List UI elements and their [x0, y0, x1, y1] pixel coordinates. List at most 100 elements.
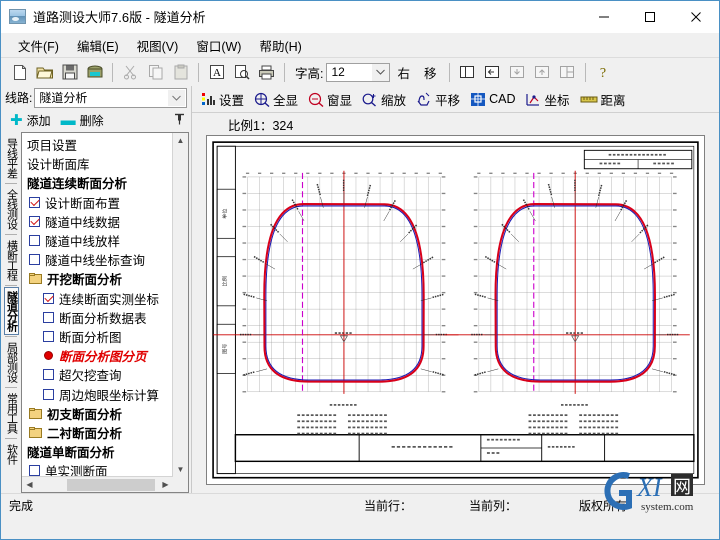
toolbar2-settings[interactable]: 设置 [196, 88, 249, 111]
folder-icon [29, 426, 42, 438]
tree-item-label: 初支断面分析 [47, 407, 123, 422]
database-icon[interactable] [82, 60, 107, 84]
menu-window[interactable]: 窗口(W) [187, 33, 250, 58]
open-folder-icon[interactable] [32, 60, 57, 84]
minimize-button[interactable] [581, 1, 627, 32]
checkbox-unchecked[interactable] [43, 311, 54, 323]
tile-bottom-icon [505, 60, 530, 84]
scroll-left-icon[interactable]: ◀ [22, 477, 37, 492]
route-combo[interactable]: 隧道分析 [34, 87, 187, 108]
tree-view[interactable]: 项目设置 设计断面库 隧道连续断面分析 设计断面布置 隧道中线数据隧道中线放样 隧道中线坐… [21, 132, 189, 493]
toolbar2-zoom-extents[interactable]: 全显 [249, 88, 303, 111]
font-icon[interactable]: A [204, 60, 229, 84]
checkbox-checked[interactable] [29, 215, 40, 227]
tree-item[interactable]: 断面分析数据表 [25, 308, 173, 327]
tree-list: 项目设置 设计断面库 隧道连续断面分析 设计断面布置 隧道中线数据隧道中线放样 隧道中线坐… [22, 133, 173, 477]
chevron-down-icon[interactable] [168, 89, 185, 106]
maximize-button[interactable] [627, 1, 673, 32]
tree-horizontal-scrollbar[interactable]: ◀ ▶ [22, 476, 173, 492]
tree-item[interactable]: 设计断面布置 [25, 193, 173, 212]
checkbox-unchecked[interactable] [43, 369, 54, 381]
scroll-down-icon[interactable]: ▼ [173, 462, 188, 477]
shift-button[interactable]: 移 [417, 63, 444, 82]
tree-item[interactable]: 单实测断面 [25, 461, 173, 477]
scroll-up-icon[interactable]: ▲ [173, 133, 188, 148]
vtab-quanxianceshe[interactable]: 全线测设 [4, 185, 19, 233]
tree-item[interactable]: 断面分析图 [25, 327, 173, 346]
tree-item[interactable]: 设计断面库 [25, 154, 173, 173]
print-icon[interactable] [254, 60, 279, 84]
save-disk-icon[interactable] [57, 60, 82, 84]
route-row: 线路: 隧道分析 [1, 86, 191, 109]
tree-vertical-scrollbar[interactable]: ▲ ▼ [172, 133, 188, 477]
tree-item[interactable]: 隧道中线放样 [25, 231, 173, 250]
menu-view[interactable]: 视图(V) [128, 33, 188, 58]
minus-icon: ▬ [60, 111, 76, 129]
tree-item[interactable]: 周边炮眼坐标计算 [25, 384, 173, 403]
scroll-right-icon[interactable]: ▶ [158, 477, 173, 492]
tree-item[interactable]: 隧道连续断面分析 [25, 173, 173, 192]
tile-left-icon[interactable] [480, 60, 505, 84]
vtab-suidaofenxi[interactable]: 隧道分析 [3, 287, 19, 335]
tile-vertical-icon[interactable] [455, 60, 480, 84]
tree-item[interactable]: 初支断面分析 [25, 404, 173, 423]
menu-help[interactable]: 帮助(H) [250, 33, 310, 58]
vtab-daoxianpingcha[interactable]: 导线平差 [4, 134, 19, 182]
tree-item-label: 断面分析图分页 [59, 350, 147, 365]
tunnel-section-drawing[interactable]: 单位比例图号 [207, 136, 704, 484]
toolbar2-cad[interactable]: CAD [465, 90, 520, 109]
vtab-jubuceshe[interactable]: 局部测设 [4, 338, 19, 386]
vtab-hengduangongcheng[interactable]: 横断工程 [4, 236, 19, 284]
vtab-ruanjian[interactable]: 软件 [4, 440, 19, 468]
font-height-value: 12 [331, 65, 345, 79]
status-bar: 完成 当前行： 当前列： 版权所有 XI 网 system.com [1, 472, 719, 516]
help-question-icon[interactable]: ? [591, 60, 616, 84]
menu-edit[interactable]: 编辑(E) [68, 33, 128, 58]
toolbar2-distance-label: 距离 [600, 93, 626, 108]
tree-item[interactable]: 开挖断面分析 [25, 269, 173, 288]
tree-item-label: 断面分析图 [59, 330, 122, 345]
add-button[interactable]: ✚ 添加 [7, 111, 54, 130]
tree-item[interactable]: 二衬断面分析 [25, 423, 173, 442]
tree-item[interactable]: 连续断面实测坐标 [25, 289, 173, 308]
cad-export-icon [471, 92, 486, 106]
checkbox-checked[interactable] [43, 292, 54, 304]
checkbox-unchecked[interactable] [29, 235, 40, 247]
route-actions: ✚ 添加 ▬ 删除 [1, 109, 191, 132]
toolbar2-zoom-window[interactable]: 窗显 [303, 88, 357, 111]
checkbox-checked[interactable] [29, 196, 40, 208]
tree-item[interactable]: 断面分析图分页 [25, 346, 173, 365]
tree-item[interactable]: 隧道中线坐标查询 [25, 250, 173, 269]
toolbar2-coordinate[interactable]: 坐标 [520, 88, 574, 111]
tree-item[interactable]: 超欠挖查询 [25, 365, 173, 384]
divider [5, 285, 17, 286]
toolbar2-zoom-scale[interactable]: 缩放 [357, 88, 411, 111]
checkbox-unchecked[interactable] [43, 388, 54, 400]
scroll-thumb[interactable] [67, 478, 155, 491]
toolbar2-distance[interactable]: 距离 [575, 88, 631, 111]
tree-item[interactable]: 项目设置 [25, 135, 173, 154]
tree-item[interactable]: 隧道中线数据 [25, 212, 173, 231]
pin-icon[interactable] [174, 113, 185, 128]
tree-item-label: 单实测断面 [45, 465, 108, 477]
vtab-changyonggongju[interactable]: 常用工具 [4, 389, 19, 437]
tree-item-label: 隧道中线放样 [45, 235, 121, 250]
new-file-icon[interactable] [7, 60, 32, 84]
menu-bar: 文件(F) 编辑(E) 视图(V) 窗口(W) 帮助(H) [1, 33, 719, 57]
print-preview-icon[interactable] [229, 60, 254, 84]
checkbox-unchecked[interactable] [29, 465, 40, 477]
toolbar2-pan[interactable]: 平移 [411, 88, 465, 111]
shift-right-button[interactable]: 右 [390, 63, 417, 82]
checkbox-unchecked[interactable] [43, 330, 54, 342]
drawing-canvas[interactable]: 单位 比例 图号 [206, 135, 705, 485]
font-height-combo[interactable]: 12 [326, 62, 391, 82]
close-button[interactable] [673, 1, 719, 32]
delete-button[interactable]: ▬ 删除 [58, 111, 107, 130]
tree-item[interactable]: 隧道单断面分析 [25, 442, 173, 461]
chevron-down-icon[interactable] [372, 63, 390, 81]
svg-text:比例: 比例 [221, 276, 228, 286]
menu-file[interactable]: 文件(F) [9, 33, 68, 58]
tile-top-icon [530, 60, 555, 84]
checkbox-unchecked[interactable] [29, 254, 40, 266]
folder-icon [29, 407, 42, 419]
